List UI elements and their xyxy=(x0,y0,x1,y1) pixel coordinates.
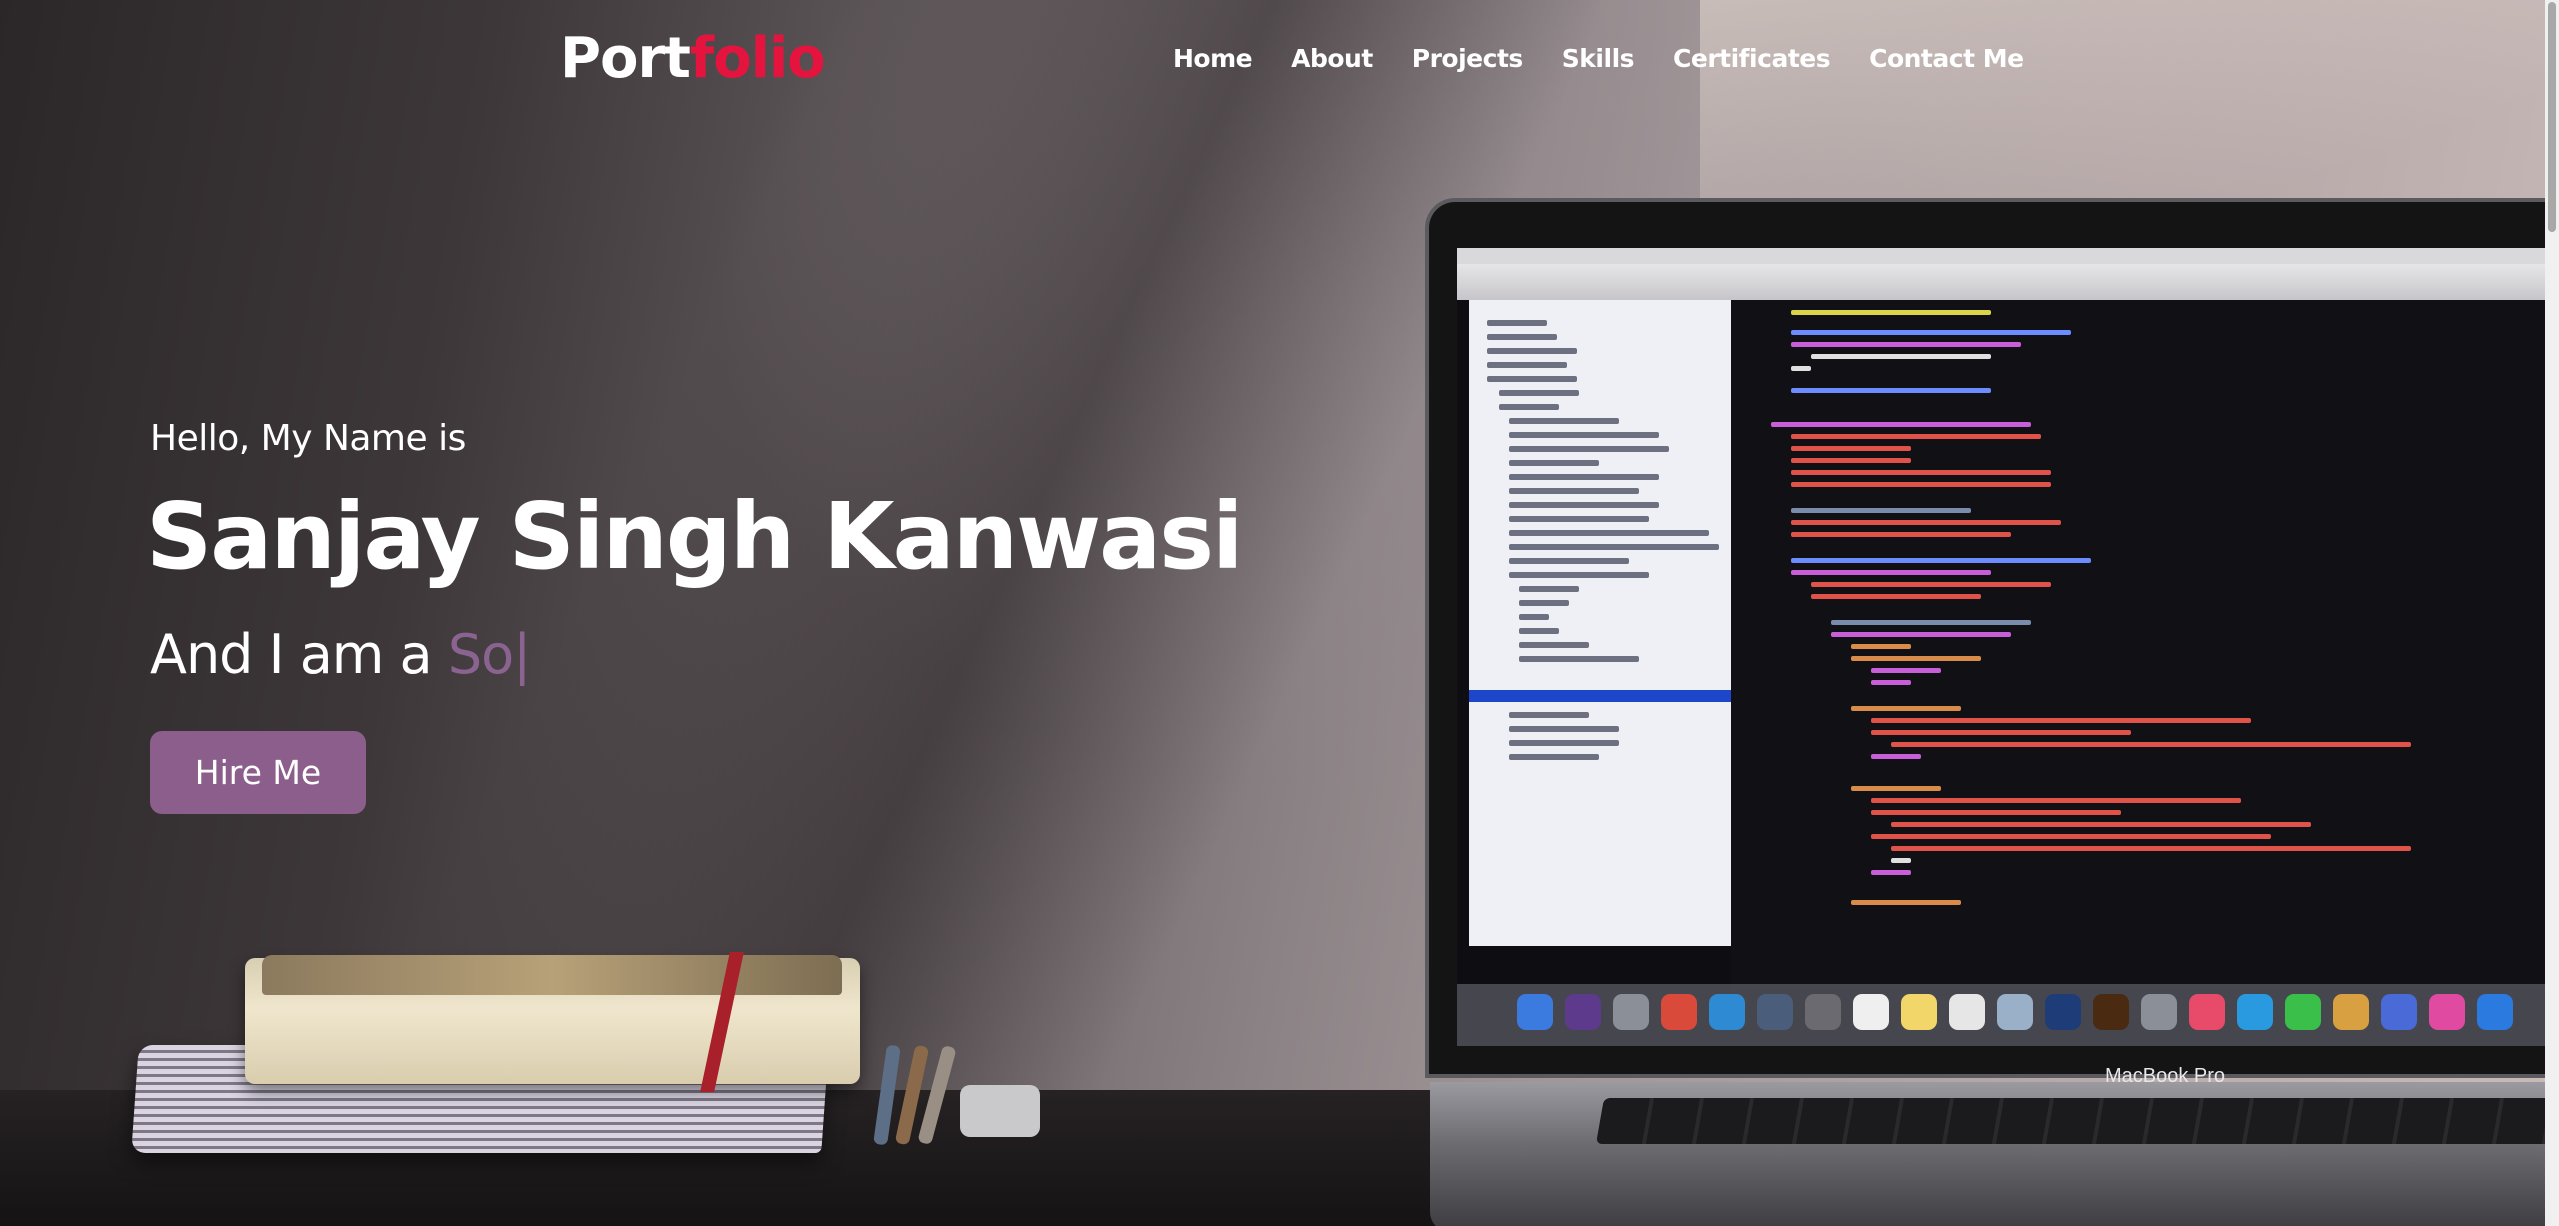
nav-skills[interactable]: Skills xyxy=(1562,44,1635,73)
logo-text-accent: folio xyxy=(689,26,826,91)
nav-contact-me[interactable]: Contact Me xyxy=(1869,44,2024,73)
nav-about[interactable]: About xyxy=(1291,44,1373,73)
hero-role: And I am a So| xyxy=(150,623,531,686)
screen-toolbar xyxy=(1457,264,2559,300)
portfolio-page: MacBook Pro Portfolio Home About Project… xyxy=(0,0,2559,1226)
eraser xyxy=(960,1085,1040,1137)
hero-name: Sanjay Singh Kanwasi xyxy=(146,483,1244,590)
hero-greeting: Hello, My Name is xyxy=(150,418,466,459)
laptop-screen xyxy=(1457,248,2559,1046)
nav-projects[interactable]: Projects xyxy=(1412,44,1524,73)
screen-file-tree xyxy=(1469,300,1731,946)
typing-cursor: | xyxy=(513,623,531,686)
hire-me-button[interactable]: Hire Me xyxy=(150,731,366,814)
laptop-label: MacBook Pro xyxy=(2105,1065,2226,1087)
page-scrollbar[interactable] xyxy=(2545,0,2559,1226)
nav-certificates[interactable]: Certificates xyxy=(1673,44,1831,73)
laptop-keyboard xyxy=(1595,1098,2559,1144)
main-navigation: Home About Projects Skills Certificates … xyxy=(1173,44,2063,73)
nav-home[interactable]: Home xyxy=(1173,44,1253,73)
scrollbar-thumb[interactable] xyxy=(2548,2,2556,232)
screen-code-editor xyxy=(1731,300,2559,990)
book-cover xyxy=(262,955,842,995)
hero-role-typed-text: So xyxy=(447,623,514,686)
logo-text-main: Port xyxy=(560,26,691,91)
site-logo[interactable]: Portfolio xyxy=(560,26,826,91)
hero-role-prefix: And I am a xyxy=(150,623,433,686)
screen-menubar xyxy=(1457,248,2559,264)
